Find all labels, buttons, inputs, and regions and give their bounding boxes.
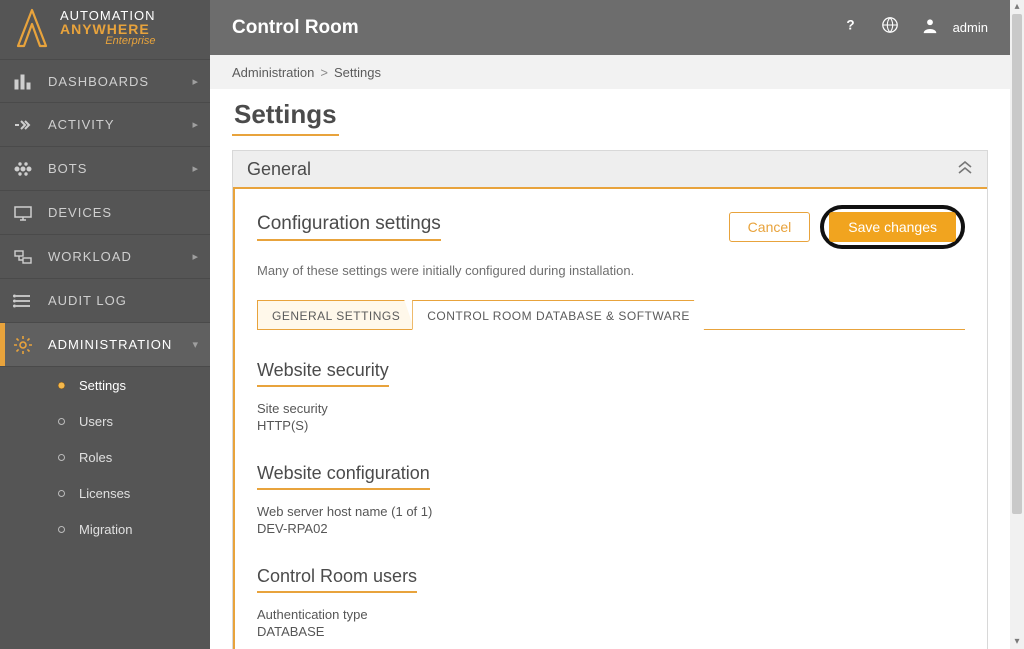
subnav-label: Migration bbox=[79, 522, 132, 537]
sidebar-item-administration[interactable]: ADMINISTRATION ▾ bbox=[0, 323, 210, 367]
save-changes-button[interactable]: Save changes bbox=[829, 212, 956, 242]
scroll-down-icon[interactable]: ▾ bbox=[1010, 635, 1024, 649]
sidebar-item-label: WORKLOAD bbox=[48, 249, 192, 264]
tab-db-software[interactable]: CONTROL ROOM DATABASE & SOFTWARE bbox=[412, 300, 704, 330]
topbar-title: Control Room bbox=[232, 17, 819, 39]
activity-icon bbox=[12, 114, 34, 136]
panel-header[interactable]: General bbox=[233, 151, 987, 189]
subnav-settings[interactable]: Settings bbox=[0, 367, 210, 403]
devices-icon bbox=[12, 202, 34, 224]
subnav-label: Users bbox=[79, 414, 113, 429]
svg-text:?: ? bbox=[846, 18, 854, 33]
website-security-section: Website security Site security HTTP(S) bbox=[257, 360, 965, 433]
config-title: Configuration settings bbox=[257, 213, 441, 241]
sidebar-nav: DASHBOARDS ▸ ACTIVITY ▸ BOTS ▸ DEVICES W… bbox=[0, 59, 210, 367]
section-title: Website security bbox=[257, 360, 389, 387]
sidebar-item-bots[interactable]: BOTS ▸ bbox=[0, 147, 210, 191]
section-title: Website configuration bbox=[257, 463, 430, 490]
main-column: Control Room ? admin Administration > Se… bbox=[210, 0, 1010, 649]
subnav-migration[interactable]: Migration bbox=[0, 511, 210, 547]
topbar: Control Room ? admin bbox=[210, 0, 1010, 55]
control-room-users-section: Control Room users Authentication type D… bbox=[257, 566, 965, 639]
bullet-icon bbox=[58, 454, 65, 461]
chevron-right-icon: ▸ bbox=[192, 250, 198, 263]
gear-icon bbox=[12, 334, 34, 356]
tab-general-settings[interactable]: GENERAL SETTINGS bbox=[257, 300, 414, 329]
field-label: Site security bbox=[257, 401, 965, 416]
scroll-track[interactable] bbox=[1010, 14, 1024, 635]
page-title: Settings bbox=[232, 99, 339, 136]
scroll-thumb[interactable] bbox=[1012, 14, 1022, 514]
bullet-icon bbox=[58, 382, 65, 389]
content-area: Settings General Configuration settings … bbox=[210, 89, 1010, 649]
subnav-label: Roles bbox=[79, 450, 112, 465]
sidebar-item-activity[interactable]: ACTIVITY ▸ bbox=[0, 103, 210, 147]
help-icon[interactable]: ? bbox=[841, 16, 859, 39]
section-title: Control Room users bbox=[257, 566, 417, 593]
brand-line3: Enterprise bbox=[60, 35, 155, 47]
auditlog-icon bbox=[12, 290, 34, 312]
config-helper-text: Many of these settings were initially co… bbox=[257, 263, 965, 278]
subnav-roles[interactable]: Roles bbox=[0, 439, 210, 475]
window-scrollbar[interactable]: ▴ ▾ bbox=[1010, 0, 1024, 649]
sidebar: AUTOMATION ANYWHERE Enterprise DASHBOARD… bbox=[0, 0, 210, 649]
breadcrumb-separator: > bbox=[320, 65, 328, 80]
bots-icon bbox=[12, 158, 34, 180]
topbar-username[interactable]: admin bbox=[953, 20, 988, 35]
sidebar-item-auditlog[interactable]: AUDIT LOG bbox=[0, 279, 210, 323]
bullet-icon bbox=[58, 418, 65, 425]
user-icon[interactable] bbox=[921, 16, 939, 39]
subnav-licenses[interactable]: Licenses bbox=[0, 475, 210, 511]
subnav-label: Licenses bbox=[79, 486, 130, 501]
bullet-icon bbox=[58, 490, 65, 497]
sidebar-item-dashboards[interactable]: DASHBOARDS ▸ bbox=[0, 59, 210, 103]
bullet-icon bbox=[58, 526, 65, 533]
field-label: Authentication type bbox=[257, 607, 965, 622]
field-label: Web server host name (1 of 1) bbox=[257, 504, 965, 519]
field-value: DEV-RPA02 bbox=[257, 521, 965, 536]
chevron-down-icon: ▾ bbox=[192, 338, 198, 351]
subnav-users[interactable]: Users bbox=[0, 403, 210, 439]
field-value: HTTP(S) bbox=[257, 418, 965, 433]
sidebar-item-workload[interactable]: WORKLOAD ▸ bbox=[0, 235, 210, 279]
website-configuration-section: Website configuration Web server host na… bbox=[257, 463, 965, 536]
field-value: DATABASE bbox=[257, 624, 965, 639]
brand-logo: AUTOMATION ANYWHERE Enterprise bbox=[0, 0, 210, 55]
general-panel: General Configuration settings Cancel Sa… bbox=[232, 150, 988, 649]
sidebar-item-label: AUDIT LOG bbox=[48, 293, 198, 308]
subnav-label: Settings bbox=[79, 378, 126, 393]
panel-title: General bbox=[247, 159, 957, 180]
cancel-button[interactable]: Cancel bbox=[729, 212, 811, 242]
dashboard-icon bbox=[12, 70, 34, 92]
breadcrumb-admin[interactable]: Administration bbox=[232, 65, 314, 80]
config-tabs: GENERAL SETTINGS CONTROL ROOM DATABASE &… bbox=[257, 300, 965, 330]
chevron-right-icon: ▸ bbox=[192, 118, 198, 131]
breadcrumb: Administration > Settings bbox=[210, 55, 1010, 89]
workload-icon bbox=[12, 246, 34, 268]
globe-icon[interactable] bbox=[881, 16, 899, 39]
sidebar-item-label: ACTIVITY bbox=[48, 117, 192, 132]
config-header-row: Configuration settings Cancel Save chang… bbox=[257, 205, 965, 249]
sidebar-item-label: DASHBOARDS bbox=[48, 74, 192, 89]
save-button-highlight: Save changes bbox=[820, 205, 965, 249]
sidebar-item-label: DEVICES bbox=[48, 205, 198, 220]
brand-mark-icon bbox=[10, 6, 54, 49]
admin-subnav: Settings Users Roles Licenses Migration bbox=[0, 367, 210, 547]
breadcrumb-settings: Settings bbox=[334, 65, 381, 80]
sidebar-item-label: BOTS bbox=[48, 161, 192, 176]
chevron-right-icon: ▸ bbox=[192, 75, 198, 88]
sidebar-item-devices[interactable]: DEVICES bbox=[0, 191, 210, 235]
panel-body: Configuration settings Cancel Save chang… bbox=[233, 189, 987, 649]
scroll-up-icon[interactable]: ▴ bbox=[1010, 0, 1024, 14]
sidebar-item-label: ADMINISTRATION bbox=[48, 337, 192, 352]
collapse-icon[interactable] bbox=[957, 159, 973, 180]
chevron-right-icon: ▸ bbox=[192, 162, 198, 175]
